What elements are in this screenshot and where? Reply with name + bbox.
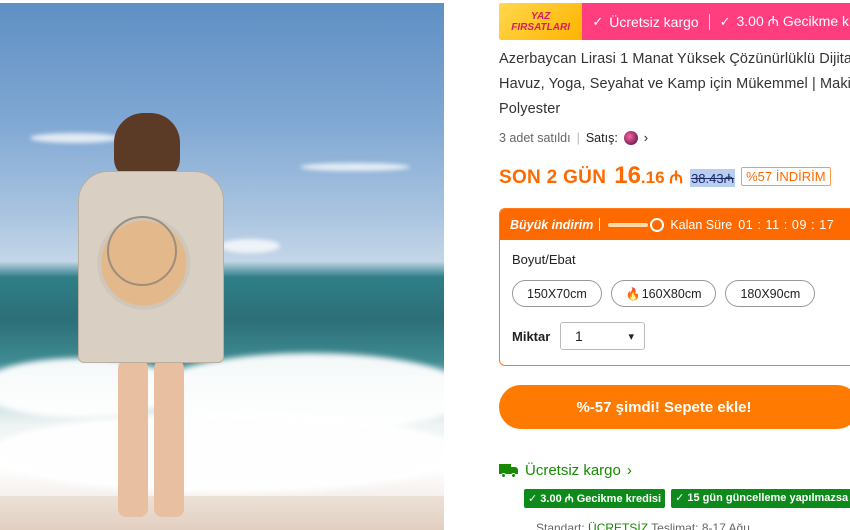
size-option[interactable]: 150X70cm — [512, 280, 602, 307]
standard-value: ÜCRETSİZ — [588, 521, 649, 530]
discount-badge: %57 İNDİRİM — [741, 166, 831, 186]
woman-with-towel — [78, 113, 228, 523]
price-integer: 16 — [614, 162, 641, 189]
delay-credit-tag: ✓ 3.00 ₼ Gecikme kredisi — [524, 489, 666, 508]
price-row: SON 2 GÜN 16 .16 ₼ 38.43₼ %57 İNDİRİM — [499, 162, 831, 190]
size-option-selected[interactable]: 🔥 160X80cm — [610, 280, 717, 307]
towel-pattern — [107, 216, 177, 286]
divider: | — [576, 130, 580, 145]
update-guarantee-tag: ✓ 15 gün güncelleme yapılmazsa p — [671, 489, 850, 508]
shipping-tags: ✓ 3.00 ₼ Gecikme kredisi ✓ 15 gün güncel… — [524, 489, 850, 508]
clock-icon — [650, 217, 665, 232]
product-title-line: Havuz, Yoga, Seyahat ve Kamp için Mükemm… — [499, 76, 850, 92]
delivery-estimate: Teslimat: 8-17 Ağu — [651, 521, 750, 530]
countdown-timer: 01 : 11 : 09 : 17 — [738, 217, 835, 232]
standard-label: Standart: — [536, 521, 585, 530]
product-image[interactable] — [0, 3, 444, 530]
badge-label: 3.00 ₼ Gecikme k — [736, 13, 850, 29]
quantity-select[interactable]: 1 ▾ — [560, 322, 645, 350]
promo-banner[interactable]: YAZ FIRSATLARI ✓ Ücretsiz kargo ✓ 3.00 ₼… — [499, 3, 850, 40]
check-icon: ✓ — [592, 13, 604, 29]
check-icon: ✓ — [719, 13, 731, 29]
product-title-line: Azerbaycan Lirasi 1 Manat Yüksek Çözünür… — [499, 51, 850, 67]
quantity-value: 1 — [575, 328, 583, 344]
hair — [114, 113, 180, 179]
standard-shipping: Standart: ÜCRETSİZ Teslimat: 8-17 Ağu — [536, 521, 750, 530]
price-decimal: .16 ₼ — [640, 168, 684, 187]
seller-label: Satış: — [585, 130, 618, 145]
cloud — [220, 239, 280, 253]
free-shipping-link[interactable]: Ücretsiz kargo › — [499, 462, 632, 479]
sold-count: 3 adet satıldı — [499, 130, 571, 145]
progress-bar — [608, 222, 649, 227]
original-price: 38.43₼ — [690, 169, 736, 187]
delay-credit-badge: ✓ 3.00 ₼ Gecikme k — [710, 12, 850, 31]
button-label: %-57 şimdi! Sepete ekle! — [576, 398, 752, 416]
logo-text: FIRSATLARI — [511, 21, 570, 33]
add-to-cart-button[interactable]: %-57 şimdi! Sepete ekle! — [499, 385, 850, 429]
flame-icon: 🔥 — [625, 286, 641, 301]
size-label: Boyut/Ebat — [512, 252, 576, 267]
product-meta: 3 adet satıldı | Satış: › — [499, 130, 648, 145]
deal-box: Büyük indirim Kalan Süre 01 : 11 : 09 : … — [499, 208, 850, 366]
badge-label: Ücretsiz kargo — [609, 13, 699, 30]
truck-icon — [499, 463, 519, 478]
free-shipping-badge: ✓ Ücretsiz kargo — [582, 14, 708, 30]
deal-header: Büyük indirim Kalan Süre 01 : 11 : 09 : … — [500, 209, 850, 240]
manat-towel — [78, 171, 224, 363]
divider — [599, 218, 601, 231]
size-text: 150X70cm — [527, 286, 587, 301]
product-title-line: Polyester — [499, 101, 561, 117]
summer-deals-logo: YAZ FIRSATLARI — [499, 3, 583, 40]
size-option[interactable]: 180X90cm — [725, 280, 816, 307]
seller-avatar[interactable] — [623, 130, 638, 145]
chevron-right-icon: › — [626, 462, 632, 479]
leg — [154, 357, 184, 517]
size-text: 180X90cm — [740, 286, 801, 301]
quantity-label: Miktar — [512, 329, 551, 344]
leg — [118, 357, 148, 517]
chevron-down-icon: ▾ — [628, 330, 634, 343]
size-options: 150X70cm 🔥 160X80cm 180X90cm — [512, 280, 816, 307]
logo-text: YAZ — [531, 10, 551, 22]
shipping-title: Ücretsiz kargo — [525, 462, 621, 479]
remaining-label: Kalan Süre — [670, 217, 733, 232]
chevron-right-icon[interactable]: › — [644, 130, 648, 145]
countdown-prefix: SON 2 GÜN — [499, 167, 607, 188]
cloud — [300, 163, 410, 171]
deal-title: Büyük indirim — [510, 217, 594, 232]
size-text: 160X80cm — [641, 286, 702, 301]
